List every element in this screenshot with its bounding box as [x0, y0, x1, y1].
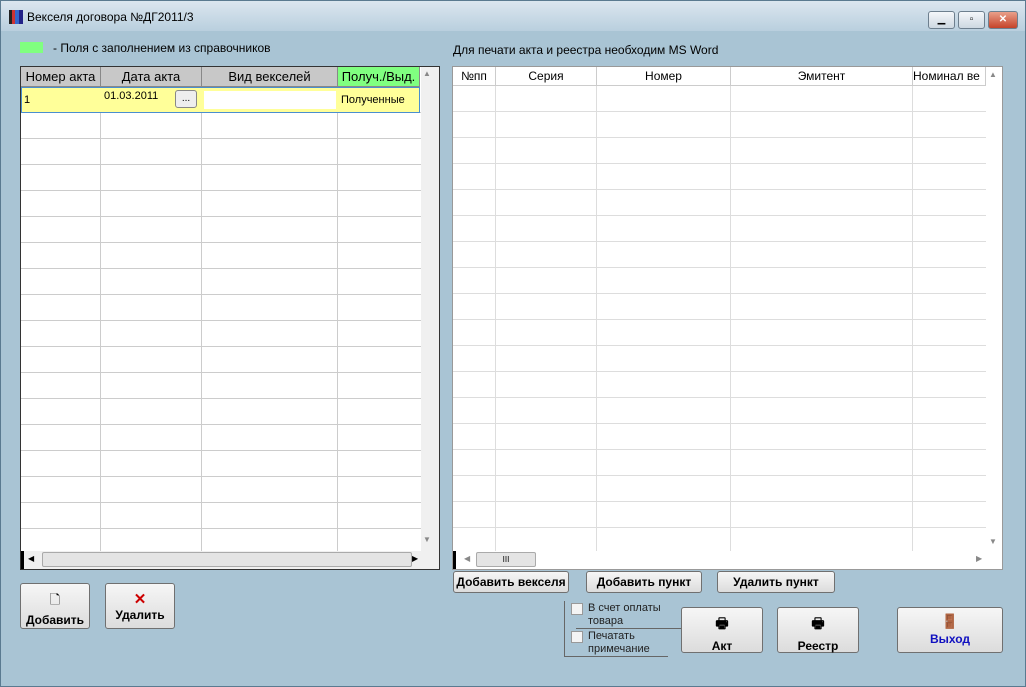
col-series[interactable]: Серия [496, 67, 597, 86]
scroll-thumb[interactable] [42, 552, 412, 567]
add-bills-button[interactable]: Добавить векселя [453, 571, 569, 593]
registry-button[interactable]: 🖶 Реестр [777, 607, 859, 653]
col-act-number[interactable]: Номер акта [21, 67, 101, 87]
title-bar: Векселя договора №ДГ2011/3 ▁ ▫ ✕ [1, 1, 1025, 31]
legend-text: - Поля с заполнением из справочников [53, 41, 271, 55]
exit-label: Выход [929, 632, 971, 646]
payment-checkbox[interactable] [571, 603, 583, 615]
bills-grid[interactable]: №пп Серия Номер Эмитент Номинал ве ▲ ▼ ◀… [452, 66, 1003, 570]
col-direction[interactable]: Получ./Выд. [338, 67, 420, 87]
legend-swatch [20, 42, 43, 53]
col-issuer[interactable]: Эмитент [731, 67, 913, 86]
exit-door-icon: 🚪 [941, 613, 959, 629]
col-index[interactable]: №пп [453, 67, 496, 86]
delete-item-button[interactable]: Удалить пункт [717, 571, 835, 593]
printer-icon: 🖶 [811, 615, 825, 631]
date-picker-button[interactable]: ... [175, 90, 197, 108]
cell-bill-type-input[interactable] [203, 90, 337, 110]
add-label: Добавить [25, 613, 85, 627]
add-item-button[interactable]: Добавить пункт [586, 571, 702, 593]
app-books-icon [9, 10, 23, 24]
vertical-scrollbar[interactable]: ▲ ▼ [986, 67, 1002, 551]
print-note-checkbox[interactable] [571, 631, 583, 643]
col-bill-type[interactable]: Вид векселей [202, 67, 338, 87]
delete-label: Удалить [115, 608, 165, 622]
acts-grid[interactable]: Номер акта Дата акта Вид векселей Получ.… [20, 66, 440, 570]
horizontal-scrollbar[interactable]: ◀ ▶ [21, 551, 439, 569]
cell-direction[interactable]: Полученные [341, 94, 405, 106]
col-nominal[interactable]: Номинал ве [913, 67, 986, 86]
registry-label: Реестр [797, 639, 839, 653]
col-number[interactable]: Номер [597, 67, 731, 86]
act-label: Акт [711, 639, 733, 653]
close-button[interactable]: ✕ [988, 11, 1018, 29]
scroll-thumb[interactable]: III [476, 552, 536, 567]
table-row[interactable]: 1 01.03.2011 ... Полученные [21, 87, 420, 113]
cell-act-date[interactable]: 01.03.2011 [104, 90, 158, 102]
exit-button[interactable]: 🚪 Выход [897, 607, 1003, 653]
act-button[interactable]: 🖶 Акт [681, 607, 763, 653]
cell-act-number: 1 [24, 94, 31, 106]
window-title: Векселя договора №ДГ2011/3 [27, 10, 194, 24]
minimize-button[interactable]: ▁ [928, 11, 955, 29]
add-button[interactable]: 🗋 Добавить [20, 583, 90, 629]
word-note: Для печати акта и реестра необходим MS W… [453, 43, 719, 57]
vertical-scrollbar[interactable]: ▲ ▼ [421, 67, 439, 551]
print-note-label: Печатать примечание [588, 630, 650, 655]
printer-icon: 🖶 [715, 615, 729, 631]
window: Векселя договора №ДГ2011/3 ▁ ▫ ✕ - Поля … [0, 0, 1026, 687]
delete-x-icon: ✕ [133, 591, 147, 608]
col-act-date[interactable]: Дата акта [101, 67, 202, 87]
payment-label: В счет оплаты товара [588, 602, 661, 627]
horizontal-scrollbar[interactable]: ◀ III ▶ [453, 551, 1002, 569]
maximize-button[interactable]: ▫ [958, 11, 985, 29]
delete-button[interactable]: ✕ Удалить [105, 583, 175, 629]
new-document-icon: 🗋 [49, 592, 61, 607]
